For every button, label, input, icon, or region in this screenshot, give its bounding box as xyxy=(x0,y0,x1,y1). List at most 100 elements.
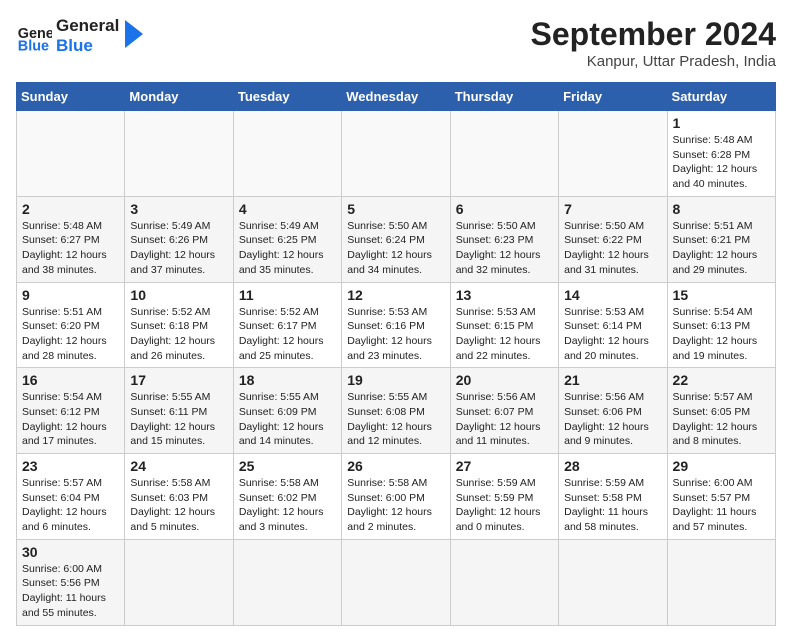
table-row: 15 Sunrise: 5:54 AMSunset: 6:13 PMDaylig… xyxy=(667,282,775,368)
table-row: 19 Sunrise: 5:55 AMSunset: 6:08 PMDaylig… xyxy=(342,368,450,454)
day-number: 30 xyxy=(22,544,119,560)
table-row: 9 Sunrise: 5:51 AMSunset: 6:20 PMDayligh… xyxy=(17,282,125,368)
calendar-week-row: 9 Sunrise: 5:51 AMSunset: 6:20 PMDayligh… xyxy=(17,282,776,368)
day-number: 12 xyxy=(347,287,444,303)
day-info: Sunrise: 5:48 AMSunset: 6:28 PMDaylight:… xyxy=(673,134,758,190)
calendar-week-row: 2 Sunrise: 5:48 AMSunset: 6:27 PMDayligh… xyxy=(17,196,776,282)
day-info: Sunrise: 5:51 AMSunset: 6:20 PMDaylight:… xyxy=(22,306,107,362)
day-info: Sunrise: 5:52 AMSunset: 6:18 PMDaylight:… xyxy=(130,306,215,362)
day-info: Sunrise: 5:52 AMSunset: 6:17 PMDaylight:… xyxy=(239,306,324,362)
day-info: Sunrise: 5:58 AMSunset: 6:00 PMDaylight:… xyxy=(347,477,432,533)
day-info: Sunrise: 5:56 AMSunset: 6:06 PMDaylight:… xyxy=(564,391,649,447)
day-number: 13 xyxy=(456,287,553,303)
day-number: 17 xyxy=(130,372,227,388)
day-number: 15 xyxy=(673,287,770,303)
table-row xyxy=(450,539,558,625)
day-info: Sunrise: 5:54 AMSunset: 6:12 PMDaylight:… xyxy=(22,391,107,447)
day-number: 21 xyxy=(564,372,661,388)
table-row xyxy=(450,111,558,197)
table-row: 6 Sunrise: 5:50 AMSunset: 6:23 PMDayligh… xyxy=(450,196,558,282)
header-friday: Friday xyxy=(559,83,667,111)
day-info: Sunrise: 5:59 AMSunset: 5:59 PMDaylight:… xyxy=(456,477,541,533)
table-row: 24 Sunrise: 5:58 AMSunset: 6:03 PMDaylig… xyxy=(125,454,233,540)
svg-text:Blue: Blue xyxy=(18,39,49,55)
header-wednesday: Wednesday xyxy=(342,83,450,111)
table-row: 23 Sunrise: 5:57 AMSunset: 6:04 PMDaylig… xyxy=(17,454,125,540)
day-info: Sunrise: 5:57 AMSunset: 6:04 PMDaylight:… xyxy=(22,477,107,533)
calendar-week-row: 23 Sunrise: 5:57 AMSunset: 6:04 PMDaylig… xyxy=(17,454,776,540)
header-saturday: Saturday xyxy=(667,83,775,111)
day-number: 14 xyxy=(564,287,661,303)
table-row xyxy=(342,111,450,197)
table-row xyxy=(559,539,667,625)
day-info: Sunrise: 5:53 AMSunset: 6:16 PMDaylight:… xyxy=(347,306,432,362)
table-row: 7 Sunrise: 5:50 AMSunset: 6:22 PMDayligh… xyxy=(559,196,667,282)
day-number: 25 xyxy=(239,458,336,474)
day-number: 8 xyxy=(673,201,770,217)
day-number: 7 xyxy=(564,201,661,217)
day-info: Sunrise: 5:49 AMSunset: 6:25 PMDaylight:… xyxy=(239,220,324,276)
table-row xyxy=(667,539,775,625)
day-info: Sunrise: 5:48 AMSunset: 6:27 PMDaylight:… xyxy=(22,220,107,276)
day-info: Sunrise: 5:58 AMSunset: 6:03 PMDaylight:… xyxy=(130,477,215,533)
day-number: 18 xyxy=(239,372,336,388)
table-row xyxy=(17,111,125,197)
table-row xyxy=(125,539,233,625)
table-row: 18 Sunrise: 5:55 AMSunset: 6:09 PMDaylig… xyxy=(233,368,341,454)
table-row: 25 Sunrise: 5:58 AMSunset: 6:02 PMDaylig… xyxy=(233,454,341,540)
table-row xyxy=(559,111,667,197)
day-number: 1 xyxy=(673,115,770,131)
table-row: 22 Sunrise: 5:57 AMSunset: 6:05 PMDaylig… xyxy=(667,368,775,454)
day-number: 2 xyxy=(22,201,119,217)
day-number: 6 xyxy=(456,201,553,217)
day-info: Sunrise: 5:55 AMSunset: 6:09 PMDaylight:… xyxy=(239,391,324,447)
table-row: 21 Sunrise: 5:56 AMSunset: 6:06 PMDaylig… xyxy=(559,368,667,454)
table-row: 11 Sunrise: 5:52 AMSunset: 6:17 PMDaylig… xyxy=(233,282,341,368)
logo: General Blue General Blue xyxy=(16,16,143,57)
day-info: Sunrise: 6:00 AMSunset: 5:56 PMDaylight:… xyxy=(22,563,106,619)
table-row: 13 Sunrise: 5:53 AMSunset: 6:15 PMDaylig… xyxy=(450,282,558,368)
table-row xyxy=(233,111,341,197)
day-info: Sunrise: 5:50 AMSunset: 6:22 PMDaylight:… xyxy=(564,220,649,276)
day-number: 23 xyxy=(22,458,119,474)
header-sunday: Sunday xyxy=(17,83,125,111)
table-row: 28 Sunrise: 5:59 AMSunset: 5:58 PMDaylig… xyxy=(559,454,667,540)
calendar-week-row: 30 Sunrise: 6:00 AMSunset: 5:56 PMDaylig… xyxy=(17,539,776,625)
logo-arrow-icon xyxy=(125,20,143,48)
table-row: 10 Sunrise: 5:52 AMSunset: 6:18 PMDaylig… xyxy=(125,282,233,368)
day-info: Sunrise: 5:58 AMSunset: 6:02 PMDaylight:… xyxy=(239,477,324,533)
table-row: 14 Sunrise: 5:53 AMSunset: 6:14 PMDaylig… xyxy=(559,282,667,368)
day-info: Sunrise: 5:55 AMSunset: 6:11 PMDaylight:… xyxy=(130,391,215,447)
table-row: 2 Sunrise: 5:48 AMSunset: 6:27 PMDayligh… xyxy=(17,196,125,282)
table-row: 16 Sunrise: 5:54 AMSunset: 6:12 PMDaylig… xyxy=(17,368,125,454)
day-number: 28 xyxy=(564,458,661,474)
table-row: 4 Sunrise: 5:49 AMSunset: 6:25 PMDayligh… xyxy=(233,196,341,282)
day-info: Sunrise: 5:55 AMSunset: 6:08 PMDaylight:… xyxy=(347,391,432,447)
table-row: 27 Sunrise: 5:59 AMSunset: 5:59 PMDaylig… xyxy=(450,454,558,540)
day-info: Sunrise: 6:00 AMSunset: 5:57 PMDaylight:… xyxy=(673,477,757,533)
day-info: Sunrise: 5:57 AMSunset: 6:05 PMDaylight:… xyxy=(673,391,758,447)
day-info: Sunrise: 5:53 AMSunset: 6:14 PMDaylight:… xyxy=(564,306,649,362)
table-row: 1 Sunrise: 5:48 AMSunset: 6:28 PMDayligh… xyxy=(667,111,775,197)
table-row xyxy=(233,539,341,625)
table-row: 3 Sunrise: 5:49 AMSunset: 6:26 PMDayligh… xyxy=(125,196,233,282)
day-number: 3 xyxy=(130,201,227,217)
day-info: Sunrise: 5:54 AMSunset: 6:13 PMDaylight:… xyxy=(673,306,758,362)
day-number: 20 xyxy=(456,372,553,388)
table-row: 30 Sunrise: 6:00 AMSunset: 5:56 PMDaylig… xyxy=(17,539,125,625)
header-monday: Monday xyxy=(125,83,233,111)
day-number: 29 xyxy=(673,458,770,474)
table-row xyxy=(342,539,450,625)
header-thursday: Thursday xyxy=(450,83,558,111)
table-row: 29 Sunrise: 6:00 AMSunset: 5:57 PMDaylig… xyxy=(667,454,775,540)
table-row: 20 Sunrise: 5:56 AMSunset: 6:07 PMDaylig… xyxy=(450,368,558,454)
day-info: Sunrise: 5:56 AMSunset: 6:07 PMDaylight:… xyxy=(456,391,541,447)
calendar-week-row: 1 Sunrise: 5:48 AMSunset: 6:28 PMDayligh… xyxy=(17,111,776,197)
calendar-header-row: Sunday Monday Tuesday Wednesday Thursday… xyxy=(17,83,776,111)
calendar-table: Sunday Monday Tuesday Wednesday Thursday… xyxy=(16,82,776,626)
table-row: 26 Sunrise: 5:58 AMSunset: 6:00 PMDaylig… xyxy=(342,454,450,540)
table-row: 12 Sunrise: 5:53 AMSunset: 6:16 PMDaylig… xyxy=(342,282,450,368)
table-row xyxy=(125,111,233,197)
day-info: Sunrise: 5:53 AMSunset: 6:15 PMDaylight:… xyxy=(456,306,541,362)
month-year-title: September 2024 xyxy=(531,16,776,53)
